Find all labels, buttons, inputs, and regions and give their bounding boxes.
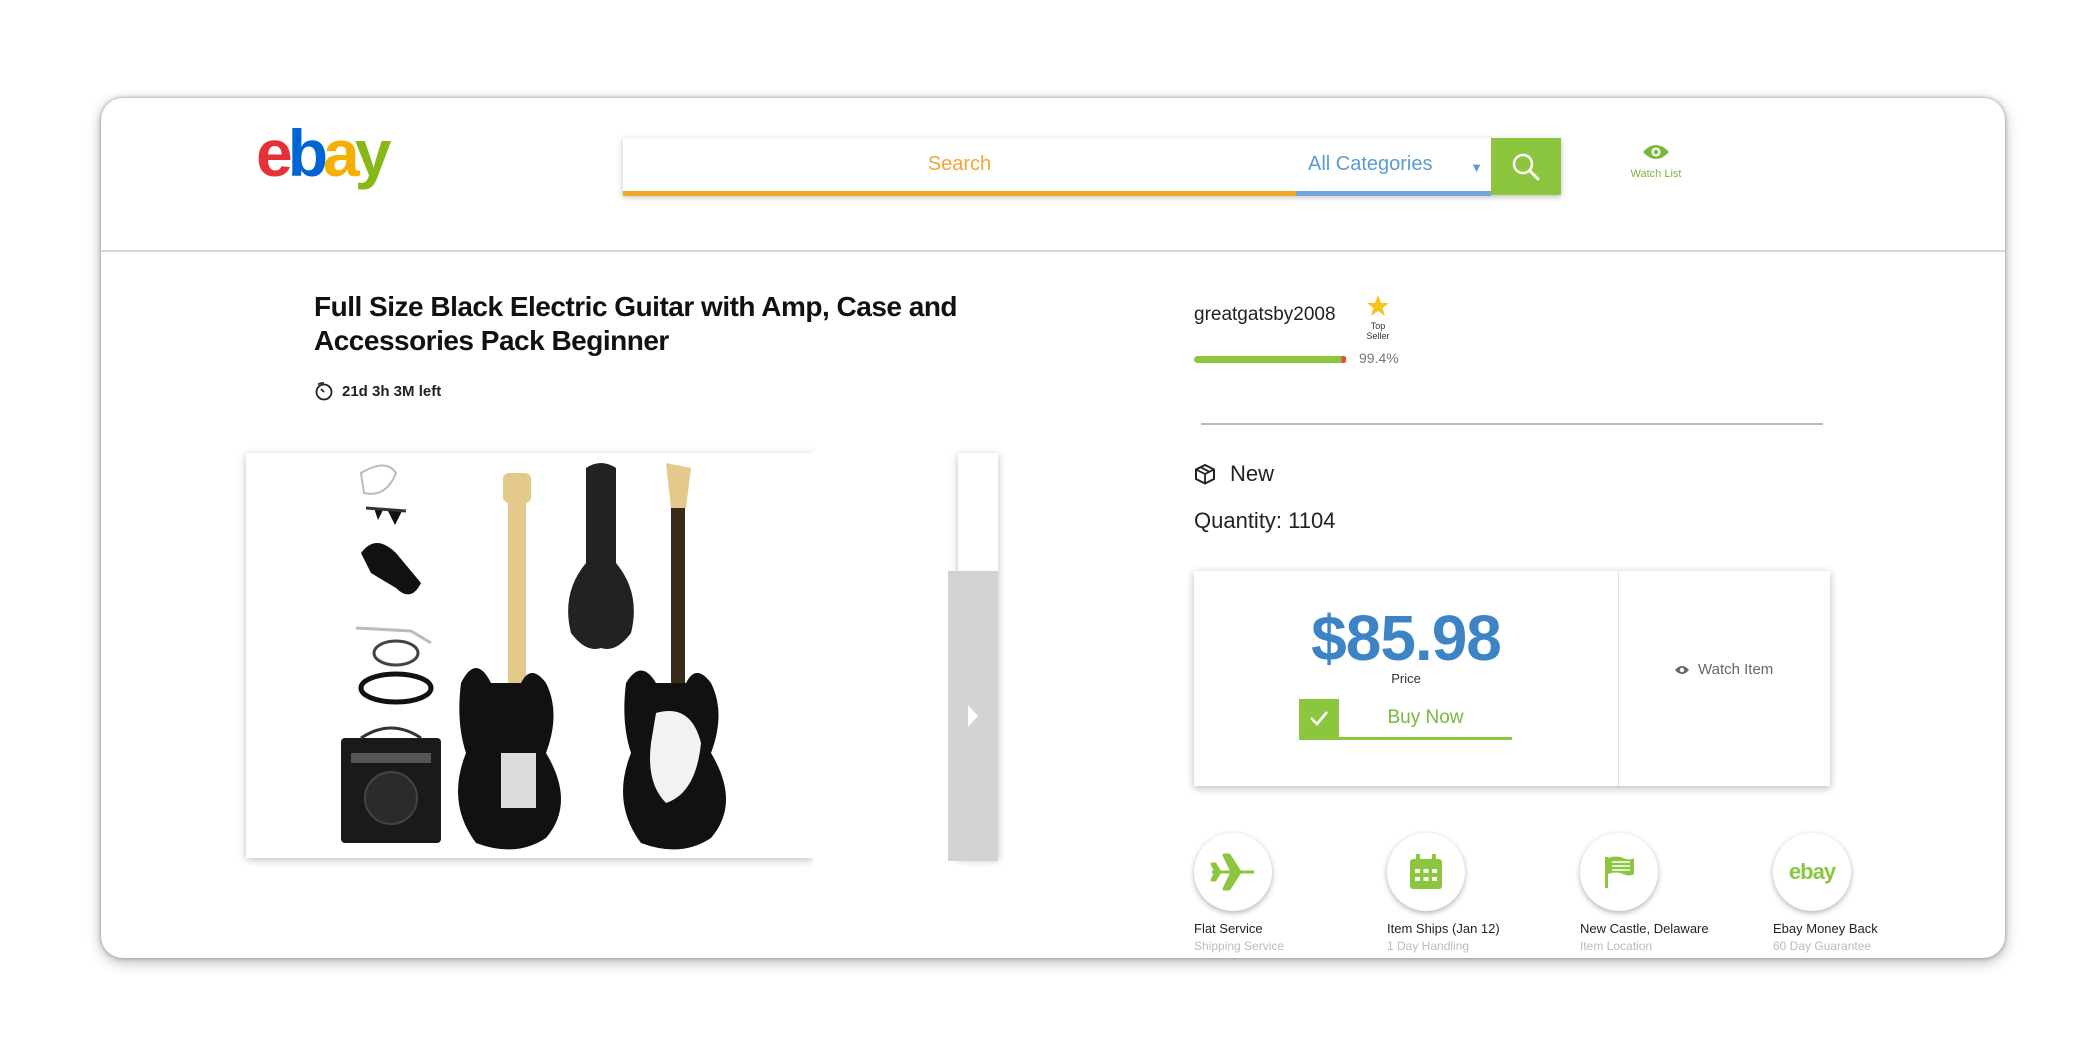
feature-title: Item Ships (Jan 12) (1387, 921, 1500, 936)
feedback-percent: 99.4% (1359, 350, 1399, 366)
header-divider (101, 250, 2005, 252)
watchlist-label: Watch List (1630, 168, 1682, 180)
condition: New (1194, 461, 1274, 487)
feature-location[interactable]: New Castle, Delaware Item Location (1580, 833, 1760, 953)
ebay-icon: ebay (1773, 833, 1851, 911)
flag-icon (1580, 833, 1658, 911)
product-image[interactable] (246, 453, 813, 858)
search-bar: Search All Categories ▼ (623, 138, 1561, 196)
carousel-gap (813, 428, 948, 908)
watch-item-label: Watch Item (1698, 661, 1774, 678)
eye-icon (1643, 145, 1669, 159)
feature-title: Flat Service (1194, 921, 1263, 936)
box-icon (1195, 463, 1215, 485)
feedback-bar-fill (1194, 356, 1347, 363)
price: $85.98 (1311, 602, 1502, 674)
feature-title: Ebay Money Back (1773, 921, 1878, 936)
feature-title: New Castle, Delaware (1580, 921, 1709, 936)
feature-guarantee[interactable]: ebay Ebay Money Back 60 Day Guarantee (1773, 833, 1953, 953)
price-box: $85.98 Price Buy Now Watch Item (1194, 571, 1830, 786)
feature-subtitle: 1 Day Handling (1387, 939, 1470, 953)
price-box-divider (1618, 571, 1619, 786)
condition-text: New (1230, 461, 1275, 486)
price-label: Price (1391, 671, 1421, 686)
feedback-bar (1194, 356, 1347, 363)
eye-icon (1675, 665, 1689, 674)
feature-ships[interactable]: Item Ships (Jan 12) 1 Day Handling (1387, 833, 1567, 953)
app-window: ebay Search All Categories ▼ Watch List … (101, 98, 2005, 958)
seller-divider (1201, 423, 1823, 425)
feature-subtitle: 60 Day Guarantee (1773, 939, 1872, 953)
product-title: Full Size Black Electric Guitar with Amp… (314, 291, 958, 356)
seller-name[interactable]: greatgatsby2008 (1194, 304, 1336, 326)
chevron-down-icon: ▼ (1470, 160, 1483, 175)
feature-shipping[interactable]: Flat Service Shipping Service (1194, 833, 1374, 953)
time-left: 21d 3h 3M left (314, 381, 441, 401)
carousel-next-button[interactable] (948, 571, 998, 861)
header: ebay Search All Categories ▼ Watch List (101, 98, 2005, 250)
category-label: All Categories (1308, 153, 1433, 175)
chevron-right-icon (968, 705, 978, 727)
feature-subtitle: Item Location (1580, 939, 1653, 953)
guitar-kit-image (341, 463, 726, 850)
top-seller-label: Top Seller (1366, 321, 1390, 341)
star-icon (1367, 295, 1389, 316)
feature-subtitle: Shipping Service (1194, 939, 1285, 953)
airplane-icon (1194, 833, 1272, 911)
time-left-text: 21d 3h 3M left (342, 382, 442, 400)
ebay-logo[interactable]: ebay (256, 120, 391, 186)
category-select[interactable]: All Categories ▼ (1296, 138, 1491, 196)
timer-icon (315, 382, 333, 401)
buy-now-button[interactable]: Buy Now (1299, 699, 1512, 740)
watchlist-link[interactable]: Watch List (1626, 143, 1686, 180)
calendar-icon (1387, 833, 1465, 911)
quantity: Quantity: 1104 (1194, 508, 1336, 533)
top-seller-badge: Top Seller (1358, 294, 1398, 341)
search-icon (1512, 153, 1540, 180)
checkmark-icon (1299, 699, 1339, 737)
search-placeholder: Search (927, 153, 992, 175)
watch-item-button[interactable]: Watch Item (1674, 661, 1773, 678)
search-input[interactable]: Search (623, 138, 1296, 196)
ebay-icon-text: ebay (1788, 859, 1836, 884)
buy-now-label: Buy Now (1387, 707, 1464, 728)
search-button[interactable] (1491, 138, 1561, 195)
